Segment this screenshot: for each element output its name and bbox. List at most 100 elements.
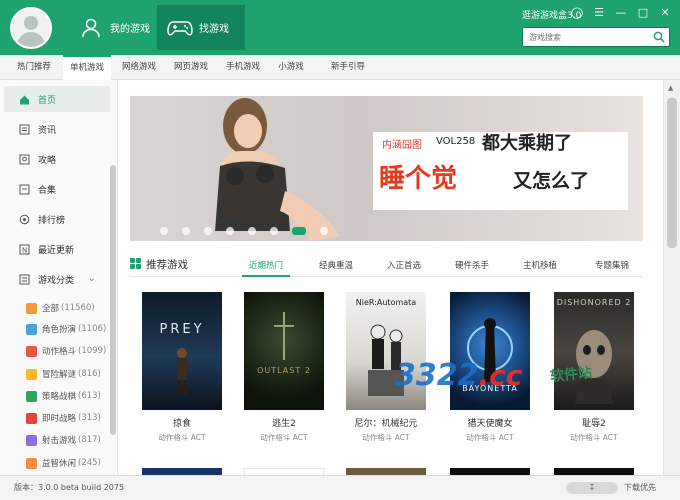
subnav-single[interactable]: 单机游戏 [63, 55, 111, 80]
main-scrollbar[interactable]: ▲ [663, 80, 680, 475]
game-genre: 动作格斗 ACT [570, 433, 618, 442]
category-item[interactable]: 策略战棋 (613) [26, 387, 101, 405]
version-text: 版本：3.0.0 beta build 2075 [14, 483, 125, 492]
category-icon [18, 273, 30, 285]
new-icon: N [18, 243, 30, 255]
status-bar: 版本：3.0.0 beta build 2075 ↧ 下载优先 [0, 475, 680, 500]
download-priority[interactable]: 下载优先 [624, 482, 656, 493]
category-item[interactable]: 角色扮演 (1106) [26, 320, 106, 338]
category-item[interactable]: 全部 (11560) [26, 299, 95, 317]
carousel-dot-active[interactable] [292, 227, 306, 235]
category-item[interactable]: 射击游戏 (817) [26, 431, 101, 449]
tab-label: 找游戏 [199, 24, 229, 35]
menu-icon[interactable]: ☰ [592, 7, 606, 19]
game-cover[interactable]: PREY [142, 292, 222, 410]
promo-banner[interactable]: 内涵囧图 VOL258 都大乘期了 睡个觉 又怎么了 [130, 96, 643, 241]
svg-text:N: N [22, 246, 27, 254]
subnav-mobile[interactable]: 手机游戏 [219, 55, 267, 80]
banner-illustration [215, 98, 340, 241]
game-name: 尼尔：机械纪元 [354, 419, 418, 429]
subnav-mini[interactable]: 小游戏 [271, 55, 311, 80]
game-genre: 动作格斗 ACT [466, 433, 514, 442]
banner-subheadline-2: 又怎么了 [513, 170, 590, 192]
scroll-thumb[interactable] [667, 98, 677, 248]
category-dot [26, 457, 37, 469]
minimize-icon[interactable]: — [614, 7, 628, 19]
carousel-dot[interactable] [226, 227, 234, 235]
banner-tag: 内涵囧图 [382, 140, 422, 151]
tab-find-games[interactable]: 找游戏 [157, 5, 245, 50]
sidebar-item-guide[interactable]: 攻略 [4, 146, 110, 172]
sidebar: 首页 资讯 攻略 合集 排行榜 N 最近更新 游戏分类 ⌄ 全部 (11560) … [0, 80, 118, 475]
search-icon[interactable] [653, 31, 665, 46]
carousel-dot[interactable] [248, 227, 256, 235]
carousel-dot[interactable] [160, 227, 168, 235]
sidebar-item-label: 首页 [38, 95, 57, 106]
sidebar-item-categories[interactable]: 游戏分类 ⌄ [4, 266, 110, 292]
game-card[interactable]: PREY 掠食 动作格斗 ACT [142, 292, 222, 443]
rec-tab-classic[interactable]: 经典重温 [312, 259, 360, 271]
download-icon: ↧ [588, 483, 596, 492]
recommend-header: 推荐游戏 近期热门 经典重温 入正首选 硬件杀手 主机移植 专题集锦 [130, 253, 643, 277]
subnav-hot[interactable]: 热门推荐 [10, 55, 58, 80]
rec-tab-console-port[interactable]: 主机移植 [516, 259, 564, 271]
banner-headline: 都大乘期了 [482, 133, 572, 154]
category-item[interactable]: 冒险解谜 (816) [26, 365, 101, 383]
game-card[interactable]: OUTLAST 2 逃生2 动作格斗 ACT [244, 292, 324, 443]
game-genre: 动作格斗 ACT [362, 433, 410, 442]
sidebar-item-collection[interactable]: 合集 [4, 176, 110, 202]
window-controls: ◯ ☰ — □ ✕ [570, 7, 672, 19]
search-input[interactable] [527, 29, 647, 45]
game-cover[interactable]: OUTLAST 2 [244, 292, 324, 410]
rec-tab-hardware-killer[interactable]: 硬件杀手 [448, 259, 496, 271]
recommend-title: 推荐游戏 [130, 257, 188, 272]
category-dot [26, 368, 37, 380]
sidebar-item-news[interactable]: 资讯 [4, 116, 110, 142]
download-indicator[interactable]: ↧ [566, 482, 618, 494]
skin-icon[interactable]: ◯ [570, 7, 584, 19]
maximize-icon[interactable]: □ [636, 7, 650, 19]
sidebar-item-recent[interactable]: N 最近更新 [4, 236, 110, 262]
sidebar-item-label: 最近更新 [38, 245, 75, 256]
category-nav: 热门推荐 单机游戏 网络游戏 网页游戏 手机游戏 小游戏 新手引导 [0, 55, 680, 80]
carousel-dots [130, 227, 643, 235]
avatar[interactable] [10, 7, 52, 49]
sidebar-item-home[interactable]: 首页 [4, 86, 110, 112]
rec-tab-topics[interactable]: 专题集锦 [584, 259, 640, 271]
home-icon [18, 93, 30, 105]
category-item[interactable]: 益智休闲 (245) [26, 454, 101, 472]
close-icon[interactable]: ✕ [658, 7, 672, 19]
guide-icon [18, 153, 30, 165]
category-dot [26, 323, 37, 335]
category-dot [26, 302, 37, 314]
search-box [522, 27, 670, 47]
game-genre: 动作格斗 ACT [260, 433, 308, 442]
banner-volume: VOL258 [436, 136, 476, 147]
carousel-dot[interactable] [204, 227, 212, 235]
sidebar-item-label: 游戏分类 [38, 275, 75, 286]
rec-tab-buy-first[interactable]: 入正首选 [380, 259, 428, 271]
category-dot [26, 390, 37, 402]
category-dot [26, 434, 37, 446]
category-item[interactable]: 即时战略 (313) [26, 409, 101, 427]
sidebar-scrollbar[interactable] [110, 165, 116, 435]
category-item[interactable]: 动作格斗 (1099) [26, 342, 106, 360]
tab-my-games[interactable]: 我的游戏 [68, 5, 156, 50]
scroll-up-icon[interactable]: ▲ [668, 84, 673, 92]
grid-icon [130, 257, 141, 272]
rec-tab-hot[interactable]: 近期热门 [242, 259, 290, 277]
sidebar-item-ranking[interactable]: 排行榜 [4, 206, 110, 232]
subnav-online[interactable]: 网络游戏 [115, 55, 163, 80]
ranking-icon [18, 213, 30, 225]
sidebar-item-label: 攻略 [38, 155, 57, 166]
site-watermark: 3322.cc [395, 358, 523, 393]
carousel-dot[interactable] [320, 227, 328, 235]
subnav-guide[interactable]: 新手引导 [322, 55, 374, 80]
game-name: 猎天使魔女 [467, 419, 513, 429]
subnav-web[interactable]: 网页游戏 [167, 55, 215, 80]
carousel-dot[interactable] [182, 227, 190, 235]
chevron-down-icon: ⌄ [88, 274, 96, 284]
game-cover[interactable]: DISHONORED 2 [554, 292, 634, 410]
carousel-dot[interactable] [270, 227, 278, 235]
news-icon [18, 123, 30, 135]
